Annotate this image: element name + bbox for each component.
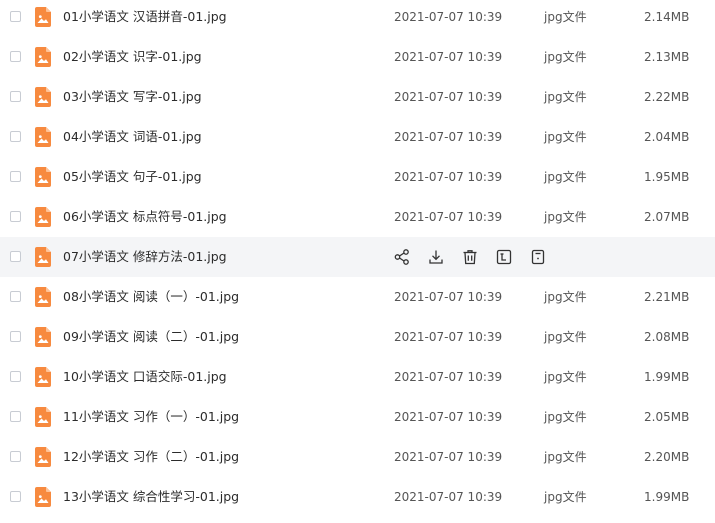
file-type: jpg文件 bbox=[544, 130, 587, 144]
file-type: jpg文件 bbox=[544, 370, 587, 384]
file-type: jpg文件 bbox=[544, 50, 587, 64]
file-row[interactable]: 02小学语文 识字-01.jpg 2021-07-07 10:39 jpg文件 2.1… bbox=[0, 37, 715, 77]
file-size: 1.99MB bbox=[644, 490, 690, 504]
file-row[interactable]: 12小学语文 习作（二）-01.jpg 2021-07-07 10:39 jpg文件… bbox=[0, 437, 715, 477]
file-name-link[interactable]: 11小学语文 习作（一）-01.jpg bbox=[63, 409, 239, 425]
image-file-icon bbox=[35, 327, 51, 347]
image-file-icon bbox=[35, 367, 51, 387]
modified-date: 2021-07-07 10:39 bbox=[394, 450, 503, 464]
row-checkbox[interactable] bbox=[10, 131, 21, 142]
row-checkbox[interactable] bbox=[10, 171, 21, 182]
file-list: 01小学语文 汉语拼音-01.jpg 2021-07-07 10:39 jpg文件 2… bbox=[0, 0, 715, 517]
file-row[interactable]: 05小学语文 句子-01.jpg 2021-07-07 10:39 jpg文件 1.9… bbox=[0, 157, 715, 197]
file-size: 2.13MB bbox=[644, 50, 690, 64]
modified-date: 2021-07-07 10:39 bbox=[394, 90, 503, 104]
image-file-icon bbox=[35, 7, 51, 27]
row-checkbox[interactable] bbox=[10, 51, 21, 62]
image-file-icon bbox=[35, 247, 51, 267]
image-file-icon bbox=[35, 127, 51, 147]
file-type: jpg文件 bbox=[544, 410, 587, 424]
row-checkbox[interactable] bbox=[10, 451, 21, 462]
file-size: 2.07MB bbox=[644, 210, 690, 224]
row-checkbox[interactable] bbox=[10, 411, 21, 422]
row-checkbox[interactable] bbox=[10, 331, 21, 342]
file-name-link[interactable]: 09小学语文 阅读（二）-01.jpg bbox=[63, 329, 239, 345]
file-type: jpg文件 bbox=[544, 90, 587, 104]
modified-date: 2021-07-07 10:39 bbox=[394, 330, 503, 344]
file-name-link[interactable]: 07小学语文 修辞方法-01.jpg bbox=[63, 249, 227, 265]
delete-icon[interactable] bbox=[461, 248, 479, 266]
file-row[interactable]: 09小学语文 阅读（二）-01.jpg 2021-07-07 10:39 jpg文件… bbox=[0, 317, 715, 357]
rename-icon[interactable] bbox=[495, 248, 513, 266]
file-size: 2.22MB bbox=[644, 90, 690, 104]
file-size: 2.14MB bbox=[644, 10, 690, 24]
row-checkbox[interactable] bbox=[10, 291, 21, 302]
file-name-link[interactable]: 02小学语文 识字-01.jpg bbox=[63, 49, 202, 65]
file-row[interactable]: 07小学语文 修辞方法-01.jpg bbox=[0, 237, 715, 277]
file-row[interactable]: 13小学语文 综合性学习-01.jpg 2021-07-07 10:39 jpg文件… bbox=[0, 477, 715, 517]
modified-date: 2021-07-07 10:39 bbox=[394, 170, 503, 184]
file-row[interactable]: 03小学语文 写字-01.jpg 2021-07-07 10:39 jpg文件 2.2… bbox=[0, 77, 715, 117]
file-name-link[interactable]: 10小学语文 口语交际-01.jpg bbox=[63, 369, 227, 385]
file-name-link[interactable]: 06小学语文 标点符号-01.jpg bbox=[63, 209, 227, 225]
file-size: 2.20MB bbox=[644, 450, 690, 464]
file-name-link[interactable]: 04小学语文 词语-01.jpg bbox=[63, 129, 202, 145]
file-type: jpg文件 bbox=[544, 490, 587, 504]
modified-date: 2021-07-07 10:39 bbox=[394, 490, 503, 504]
file-name-link[interactable]: 13小学语文 综合性学习-01.jpg bbox=[63, 489, 239, 505]
share-icon[interactable] bbox=[393, 248, 411, 266]
image-file-icon bbox=[35, 167, 51, 187]
modified-date: 2021-07-07 10:39 bbox=[394, 210, 503, 224]
row-checkbox[interactable] bbox=[10, 251, 21, 262]
row-checkbox[interactable] bbox=[10, 371, 21, 382]
row-checkbox[interactable] bbox=[10, 211, 21, 222]
row-checkbox[interactable] bbox=[10, 91, 21, 102]
modified-date: 2021-07-07 10:39 bbox=[394, 10, 503, 24]
image-file-icon bbox=[35, 87, 51, 107]
file-name-link[interactable]: 01小学语文 汉语拼音-01.jpg bbox=[63, 9, 227, 25]
file-size: 1.99MB bbox=[644, 370, 690, 384]
modified-date: 2021-07-07 10:39 bbox=[394, 130, 503, 144]
image-file-icon bbox=[35, 447, 51, 467]
file-size: 2.21MB bbox=[644, 290, 690, 304]
row-checkbox[interactable] bbox=[10, 491, 21, 502]
download-icon[interactable] bbox=[427, 248, 445, 266]
file-size: 2.04MB bbox=[644, 130, 690, 144]
file-name-link[interactable]: 05小学语文 句子-01.jpg bbox=[63, 169, 202, 185]
row-checkbox[interactable] bbox=[10, 11, 21, 22]
file-type: jpg文件 bbox=[544, 290, 587, 304]
file-type: jpg文件 bbox=[544, 210, 587, 224]
file-name-link[interactable]: 12小学语文 习作（二）-01.jpg bbox=[63, 449, 239, 465]
file-type: jpg文件 bbox=[544, 330, 587, 344]
image-file-icon bbox=[35, 207, 51, 227]
modified-date: 2021-07-07 10:39 bbox=[394, 410, 503, 424]
file-type: jpg文件 bbox=[544, 170, 587, 184]
file-type: jpg文件 bbox=[544, 450, 587, 464]
image-file-icon bbox=[35, 47, 51, 67]
image-file-icon bbox=[35, 487, 51, 507]
file-size: 2.05MB bbox=[644, 410, 690, 424]
modified-date: 2021-07-07 10:39 bbox=[394, 370, 503, 384]
image-file-icon bbox=[35, 407, 51, 427]
file-row[interactable]: 08小学语文 阅读（一）-01.jpg 2021-07-07 10:39 jpg文件… bbox=[0, 277, 715, 317]
file-size: 1.95MB bbox=[644, 170, 690, 184]
image-file-icon bbox=[35, 287, 51, 307]
file-name-link[interactable]: 03小学语文 写字-01.jpg bbox=[63, 89, 202, 105]
file-type: jpg文件 bbox=[544, 10, 587, 24]
file-size: 2.08MB bbox=[644, 330, 690, 344]
more-icon[interactable] bbox=[529, 248, 547, 266]
modified-date: 2021-07-07 10:39 bbox=[394, 50, 503, 64]
file-row[interactable]: 01小学语文 汉语拼音-01.jpg 2021-07-07 10:39 jpg文件 2… bbox=[0, 0, 715, 37]
modified-date: 2021-07-07 10:39 bbox=[394, 290, 503, 304]
file-row[interactable]: 11小学语文 习作（一）-01.jpg 2021-07-07 10:39 jpg文件… bbox=[0, 397, 715, 437]
file-row[interactable]: 10小学语文 口语交际-01.jpg 2021-07-07 10:39 jpg文件 1… bbox=[0, 357, 715, 397]
file-row[interactable]: 06小学语文 标点符号-01.jpg 2021-07-07 10:39 jpg文件 2… bbox=[0, 197, 715, 237]
file-row[interactable]: 04小学语文 词语-01.jpg 2021-07-07 10:39 jpg文件 2.0… bbox=[0, 117, 715, 157]
file-name-link[interactable]: 08小学语文 阅读（一）-01.jpg bbox=[63, 289, 239, 305]
